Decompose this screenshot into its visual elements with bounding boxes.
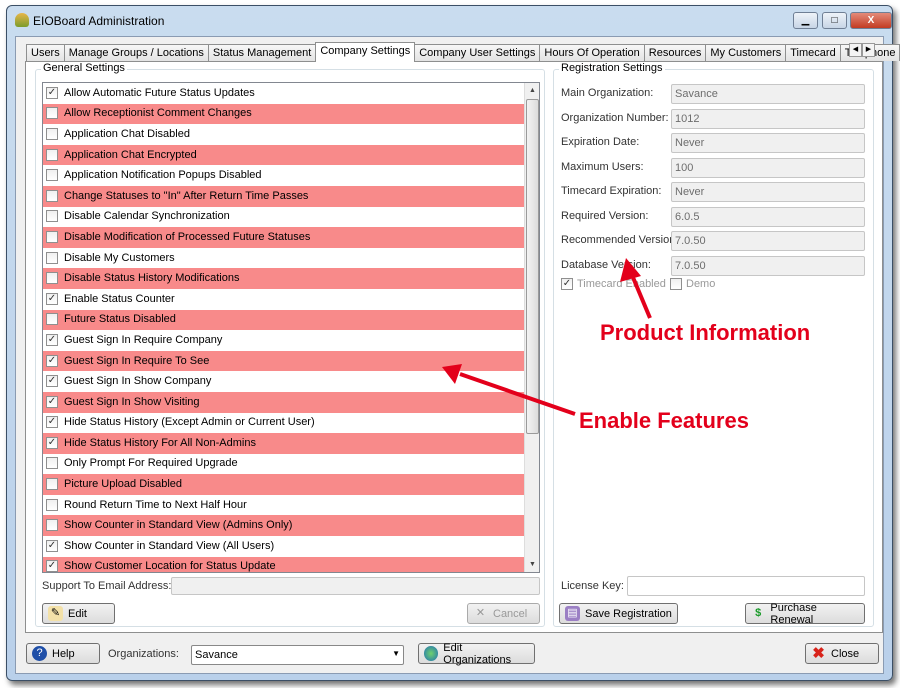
product-arrowhead	[620, 258, 641, 282]
product-arrow	[630, 274, 652, 319]
features-arrowhead	[442, 364, 462, 384]
enable-features-annotation: Enable Features	[579, 408, 749, 433]
features-arrow	[459, 372, 576, 416]
tab-company-settings[interactable]: Company Settings	[315, 42, 416, 62]
product-information-annotation: Product Information	[600, 320, 811, 345]
